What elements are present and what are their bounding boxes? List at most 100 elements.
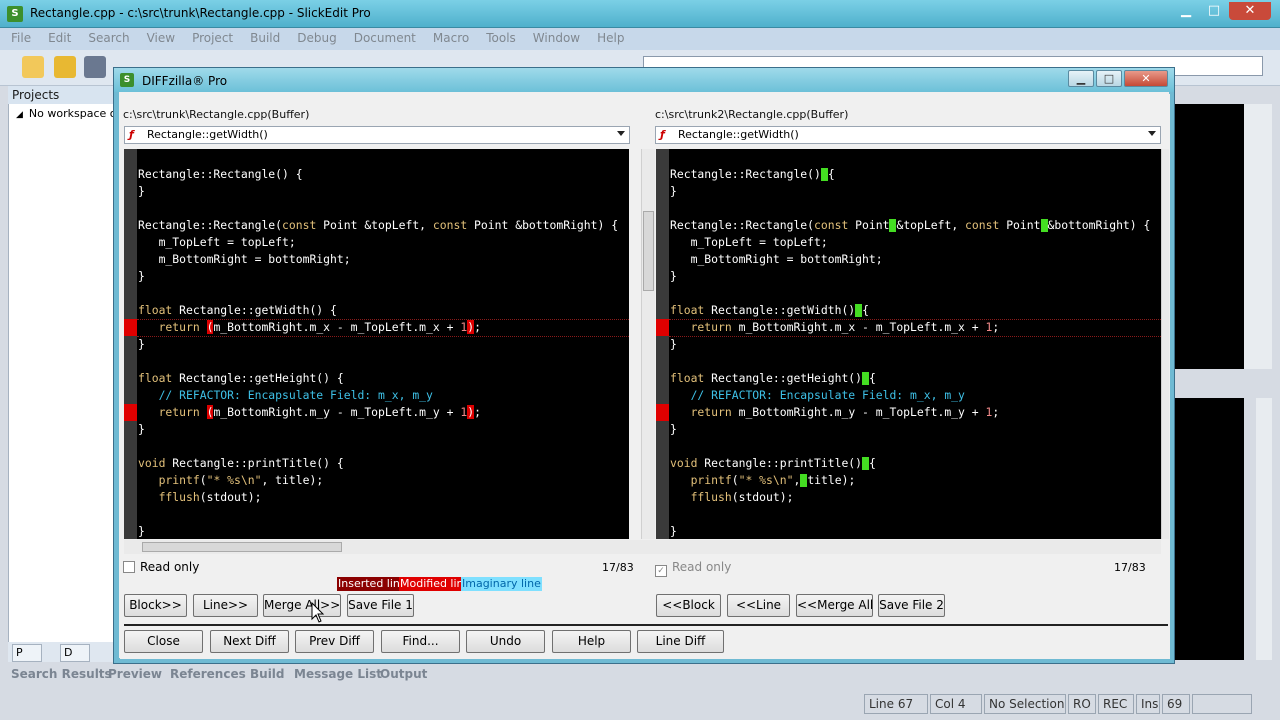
tab-preview[interactable]: Preview — [108, 667, 162, 681]
tab-references[interactable]: References — [170, 667, 246, 681]
tab-output[interactable]: Output — [380, 667, 427, 681]
code-line: m_BottomRight = bottomRight; — [670, 252, 883, 266]
block-right-button[interactable]: Block>> — [124, 594, 187, 617]
line-diff-button[interactable]: Line Diff — [637, 630, 724, 653]
next-diff-button[interactable]: Next Diff — [210, 630, 289, 653]
save-file-2-button[interactable]: Save File 2 — [878, 594, 945, 617]
menu-build[interactable]: Build — [239, 28, 286, 45]
horizontal-scrollbar[interactable] — [124, 540, 1161, 554]
chevron-down-icon — [617, 131, 625, 136]
scrollbar-thumb[interactable] — [643, 211, 654, 291]
right-readonly-checkbox[interactable]: ✓ Read only — [655, 560, 731, 577]
chevron-down-icon — [1148, 131, 1156, 136]
code-line: } — [138, 269, 145, 283]
status-extra — [1192, 694, 1252, 714]
save-file-1-button[interactable]: Save File 1 — [347, 594, 414, 617]
new-file-icon[interactable] — [22, 56, 44, 78]
code-line: void Rectangle::printTitle(){ — [670, 456, 876, 470]
code-line-modified: return m_BottomRight.m_y - m_TopLeft.m_y… — [690, 405, 1000, 419]
modified-line-marker — [656, 319, 669, 336]
background-scrollbar-2[interactable] — [1256, 398, 1272, 660]
menu-view[interactable]: View — [136, 28, 181, 45]
right-gutter — [656, 149, 669, 539]
dialog-title-bar: S DIFFzilla® Pro ▁ □ ✕ — [114, 68, 1174, 92]
close-button[interactable]: ✕ — [1229, 2, 1271, 20]
projects-tabs: P D — [8, 642, 116, 662]
open-folder-icon[interactable] — [54, 56, 76, 78]
code-line: } — [670, 524, 677, 538]
menu-tools[interactable]: Tools — [475, 28, 522, 45]
block-left-button[interactable]: <<Block — [656, 594, 721, 617]
code-line-modified: return (m_BottomRight.m_y - m_TopLeft.m_… — [158, 405, 481, 419]
menu-bar: File Edit Search View Project Build Debug Docum… — [0, 28, 1280, 50]
merge-all-right-button[interactable]: Merge All>> — [263, 594, 341, 617]
menu-document[interactable]: Document — [343, 28, 422, 45]
menu-help[interactable]: Help — [586, 28, 630, 45]
modified-line-marker — [124, 319, 137, 336]
left-gutter — [124, 149, 137, 539]
code-line: } — [670, 269, 677, 283]
find-button[interactable]: Find... — [381, 630, 460, 653]
status-bar: Line 67 Col 4 No Selection RO REC Ins 69 — [0, 690, 1280, 720]
menu-file[interactable]: File — [0, 28, 37, 45]
code-line: } — [670, 337, 677, 351]
left-function-combo[interactable]: ƒ Rectangle::getWidth() — [124, 126, 630, 144]
code-line: } — [138, 337, 145, 351]
right-code-pane[interactable]: Rectangle::Rectangle(){ } Rectangle::Rec… — [656, 149, 1161, 539]
line-right-button[interactable]: Line>> — [193, 594, 258, 617]
tab-message-list[interactable]: Message List — [294, 667, 382, 681]
help-button[interactable]: Help — [552, 630, 631, 653]
dialog-maximize-button[interactable]: □ — [1096, 70, 1122, 87]
menu-search[interactable]: Search — [77, 28, 135, 45]
right-function-label: Rectangle::getWidth() — [678, 128, 799, 141]
left-readonly-checkbox[interactable]: Read only — [123, 560, 199, 574]
merge-all-left-button[interactable]: <<Merge All — [796, 594, 873, 617]
diffzilla-icon: S — [120, 73, 134, 87]
menu-edit[interactable]: Edit — [37, 28, 77, 45]
diff-separator — [137, 336, 629, 337]
tab-search-results[interactable]: Search Results — [11, 667, 112, 681]
status-ro[interactable]: RO — [1068, 694, 1096, 714]
projects-header: Projects — [8, 86, 116, 104]
dialog-close-button[interactable]: ✕ — [1124, 70, 1168, 87]
legend-inserted: Inserted line — [337, 577, 408, 591]
tab-projects[interactable]: P — [12, 644, 42, 662]
code-line: Rectangle::Rectangle() { — [138, 167, 303, 181]
tab-defs[interactable]: D — [60, 644, 90, 662]
right-function-combo[interactable]: ƒ Rectangle::getWidth() — [655, 126, 1161, 144]
status-ins[interactable]: Ins — [1136, 694, 1160, 714]
hscroll-thumb[interactable] — [142, 542, 342, 552]
code-line: } — [670, 184, 677, 198]
dialog-title: DIFFzilla® Pro — [142, 74, 228, 88]
code-line: Rectangle::Rectangle(const Point &topLef… — [138, 218, 619, 232]
code-line: } — [138, 184, 145, 198]
code-line-modified: return m_BottomRight.m_x - m_TopLeft.m_x… — [690, 320, 1000, 334]
line-left-button[interactable]: <<Line — [727, 594, 790, 617]
dialog-minimize-button[interactable]: ▁ — [1068, 70, 1094, 87]
menu-window[interactable]: Window — [522, 28, 586, 45]
undo-button[interactable]: Undo — [466, 630, 545, 653]
background-scrollbar[interactable] — [1244, 104, 1272, 369]
main-window-title: Rectangle.cpp - c:\src\trunk\Rectangle.c… — [30, 6, 371, 20]
prev-diff-button[interactable]: Prev Diff — [295, 630, 374, 653]
diff-separator — [669, 336, 1161, 337]
save-icon[interactable] — [84, 56, 106, 78]
close-dialog-button[interactable]: Close — [124, 630, 203, 653]
tab-build[interactable]: Build — [250, 667, 285, 681]
code-line: float Rectangle::getWidth(){ — [670, 303, 870, 317]
workspace-item[interactable]: ◢ No workspace op — [16, 107, 123, 120]
tree-expand-icon[interactable]: ◢ — [16, 110, 23, 120]
maximize-button[interactable]: □ — [1201, 2, 1227, 20]
menu-debug[interactable]: Debug — [286, 28, 342, 45]
minimize-button[interactable]: ▁ — [1173, 2, 1199, 20]
code-line: float Rectangle::getHeight() { — [138, 371, 344, 385]
menu-macro[interactable]: Macro — [422, 28, 475, 45]
status-selection: No Selection — [984, 694, 1066, 714]
mouse-cursor-icon — [311, 602, 325, 623]
status-rec[interactable]: REC — [1098, 694, 1134, 714]
left-code-pane[interactable]: Rectangle::Rectangle() { } Rectangle::Re… — [124, 149, 629, 539]
right-vertical-scrollbar[interactable] — [1161, 149, 1169, 539]
shared-vertical-scrollbar[interactable] — [641, 149, 655, 539]
code-line: float Rectangle::getWidth() { — [138, 303, 337, 317]
menu-project[interactable]: Project — [181, 28, 239, 45]
